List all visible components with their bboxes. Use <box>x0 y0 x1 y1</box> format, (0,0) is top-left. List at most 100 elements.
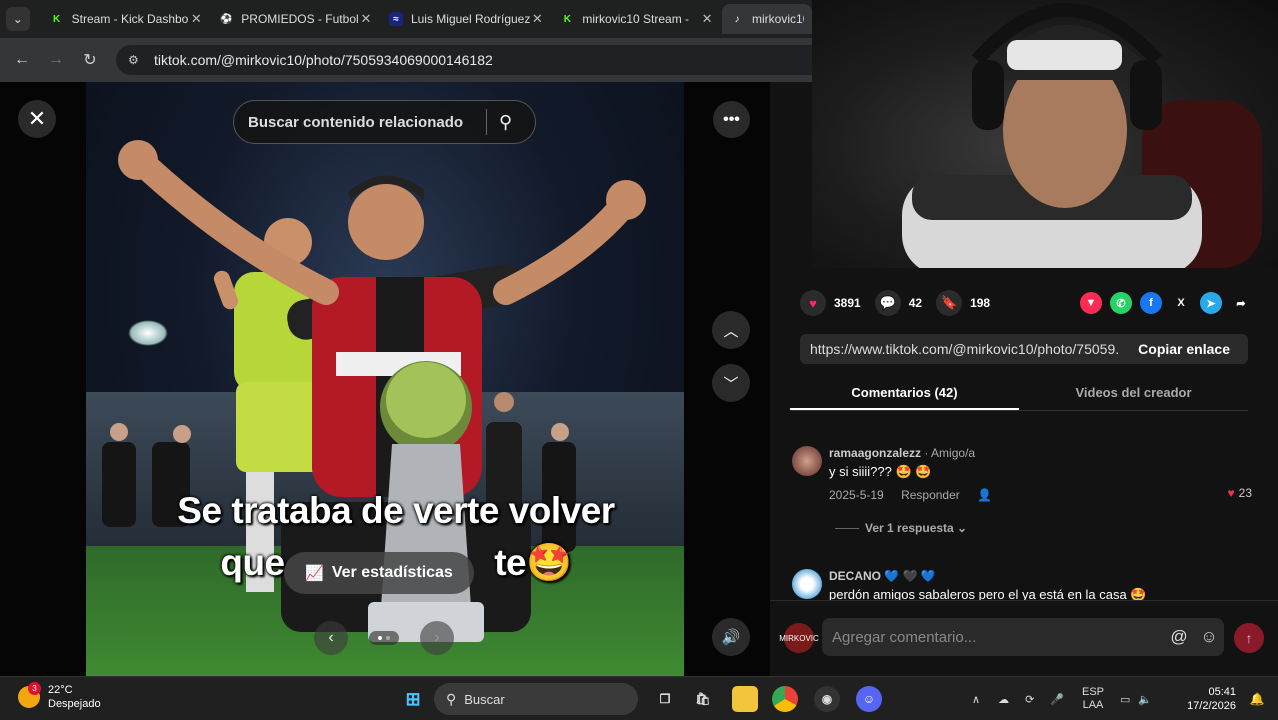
tab-mirkovic-stream[interactable]: K mirkovic10 Stream - ✕ <box>552 4 722 34</box>
task-view-icon[interactable]: ❐ <box>652 686 678 712</box>
close-tab-icon[interactable]: ✕ <box>700 11 714 27</box>
facebook-icon[interactable]: f <box>1140 292 1162 314</box>
language-code: ESP <box>1081 686 1104 698</box>
like-button[interactable]: ♥ 3891 <box>800 290 861 316</box>
mention-icon[interactable]: @ <box>1164 627 1194 647</box>
tab-title: mirkovic10 <box>752 12 805 26</box>
view-replies-button[interactable]: Ver 1 respuesta ⌄ <box>835 521 967 535</box>
sync-icon[interactable]: ⟳ <box>1025 693 1034 706</box>
comment-placeholder: Agregar comentario... <box>832 628 977 646</box>
whatsapp-icon[interactable]: ✆ <box>1110 292 1132 314</box>
repost-icon[interactable]: ▼ <box>1080 292 1102 314</box>
tab-search-menu-button[interactable]: ⌄ <box>6 7 30 31</box>
chevron-down-icon: ﹀ <box>723 375 739 393</box>
creator-liked-icon: 👤 <box>977 488 993 502</box>
comment-date: 2025-5-19 <box>829 488 884 502</box>
more-options-button[interactable]: ••• <box>713 101 750 138</box>
telegram-icon[interactable]: ➤ <box>1200 292 1222 314</box>
volume-icon[interactable]: 🔈 <box>1138 693 1152 706</box>
chevron-up-icon[interactable]: ∧ <box>972 693 980 706</box>
post-actions: ♥ 3891 💬 42 🔖 198 ▼ ✆ f X ➤ ➦ <box>800 290 1252 316</box>
close-icon: ✕ <box>27 106 47 131</box>
comment-input[interactable]: Agregar comentario... @ ☺ <box>822 618 1224 656</box>
obs-icon[interactable]: ◉ <box>814 686 840 712</box>
save-button[interactable]: 🔖 198 <box>936 290 990 316</box>
weather-text: 22°C Despejado <box>48 683 101 711</box>
url-field[interactable]: ⚙ tiktok.com/@mirkovic10/photo/750593406… <box>116 45 812 75</box>
tiktok-favicon-icon: ♪ <box>734 13 740 25</box>
x-twitter-icon[interactable]: X <box>1170 292 1192 314</box>
discord-icon[interactable]: ☺ <box>856 686 882 712</box>
previous-post-button[interactable]: ︿ <box>712 311 750 349</box>
close-tab-icon[interactable]: ✕ <box>359 11 373 27</box>
tab-kick-dashboard[interactable]: K Stream - Kick Dashbo ✕ <box>42 4 212 34</box>
share-link-text[interactable]: https://www.tiktok.com/@mirkovic10/photo… <box>800 341 1120 357</box>
notifications-icon[interactable]: 🔔 <box>1244 686 1270 712</box>
carousel-prev-icon[interactable]: ‹ <box>314 621 348 655</box>
tab-creator-videos[interactable]: Videos del creador <box>1019 377 1248 410</box>
next-post-button[interactable]: ﹀ <box>712 364 750 402</box>
close-viewer-button[interactable]: ✕ <box>18 100 56 138</box>
chart-trend-icon: 📈 <box>305 565 324 582</box>
carousel-pager: ‹ › <box>314 620 454 656</box>
forward-arrow-icon[interactable]: → <box>44 48 68 72</box>
close-tab-icon[interactable]: ✕ <box>189 11 203 27</box>
avatar[interactable] <box>792 569 822 599</box>
comment-user[interactable]: ramaagonzalezz · Amigo/a <box>829 446 975 460</box>
site-info-icon[interactable]: ⚙ <box>128 52 144 68</box>
speaker-icon: 🔊 <box>721 629 741 646</box>
promiedos-favicon-icon: ⚽ <box>220 13 233 25</box>
file-explorer-icon[interactable] <box>732 686 758 712</box>
send-comment-button[interactable]: ↑ <box>1234 623 1264 653</box>
current-user-avatar[interactable]: MIRKOVIC <box>779 623 819 653</box>
webcam-overlay <box>812 0 1278 268</box>
avatar[interactable] <box>792 446 822 476</box>
reply-button[interactable]: Responder <box>901 488 960 502</box>
screen: ⌄ K Stream - Kick Dashbo ✕ ⚽ PROMIEDOS -… <box>0 0 1278 720</box>
network-icon[interactable]: ▭ <box>1120 693 1130 706</box>
search-icon[interactable]: ⚲ <box>499 112 535 133</box>
share-link-row: https://www.tiktok.com/@mirkovic10/photo… <box>800 334 1248 364</box>
store-icon[interactable]: 🛍 <box>690 686 716 712</box>
tab-luis-miguel[interactable]: ≈ Luis Miguel Rodríguez ✕ <box>381 4 552 34</box>
kick-favicon-icon: K <box>53 13 61 25</box>
taskbar-search[interactable]: ⚲ Buscar <box>434 683 638 715</box>
comment-like-button[interactable]: ♥ 23 <box>1228 486 1252 500</box>
language-indicator[interactable]: ESP LAA <box>1082 686 1104 712</box>
tab-title: PROMIEDOS - Futbol <box>241 12 359 26</box>
clock[interactable]: 05:41 17/2/2026 <box>1178 685 1236 713</box>
volume-button[interactable]: 🔊 <box>712 618 750 656</box>
comment-count: 42 <box>908 296 923 310</box>
view-stats-button[interactable]: 📈 Ver estadísticas <box>284 552 474 594</box>
heart-icon: ♥ <box>800 290 826 316</box>
taskbar-search-label: Buscar <box>464 691 505 707</box>
tab-title: Stream - Kick Dashbo <box>71 12 189 26</box>
search-icon: ⚲ <box>446 690 457 707</box>
view-stats-label: Ver estadísticas <box>331 564 453 581</box>
weather-temp: 22°C <box>48 684 73 696</box>
clock-time: 05:41 <box>1208 686 1236 698</box>
tab-comments[interactable]: Comentarios (42) <box>790 377 1019 410</box>
comment-user[interactable]: DECANO 💙 🖤 💙 <box>829 569 936 583</box>
close-tab-icon[interactable]: ✕ <box>530 11 544 27</box>
back-arrow-icon[interactable]: ← <box>10 48 34 72</box>
reload-icon[interactable]: ↻ <box>78 48 102 72</box>
carousel-next-icon[interactable]: › <box>420 621 454 655</box>
share-arrow-icon[interactable]: ➦ <box>1230 292 1252 314</box>
ellipsis-icon: ••• <box>723 110 740 128</box>
tab-promiedos[interactable]: ⚽ PROMIEDOS - Futbol ✕ <box>211 4 381 34</box>
related-search-box[interactable]: Buscar contenido relacionado ⚲ <box>233 100 536 144</box>
cloud-icon[interactable]: ☁ <box>998 693 1009 706</box>
comment-button[interactable]: 💬 42 <box>874 290 923 316</box>
tab-tiktok-active[interactable]: ♪ mirkovic10 <box>722 4 813 34</box>
photo-caption-line-1: Se trataba de verte volver <box>177 490 615 531</box>
chrome-icon[interactable] <box>772 686 798 712</box>
windows-start-icon[interactable]: ⊞ <box>400 686 426 712</box>
comment-meta: 2025-5-19 Responder 👤 <box>829 488 1006 502</box>
search-divider <box>486 109 487 135</box>
microphone-icon[interactable]: 🎤 <box>1050 693 1064 706</box>
kick-favicon-icon: K <box>563 13 571 25</box>
weather-widget[interactable]: 3 22°C Despejado <box>18 682 101 711</box>
copy-link-button[interactable]: Copiar enlace <box>1120 341 1248 357</box>
emoji-icon[interactable]: ☺ <box>1194 627 1224 647</box>
